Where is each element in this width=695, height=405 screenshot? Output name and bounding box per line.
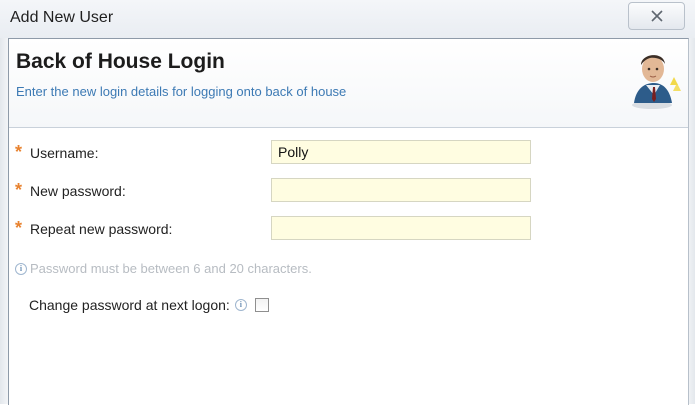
password-hint: i Password must be between 6 and 20 char… <box>15 261 312 276</box>
required-marker: * <box>15 180 23 200</box>
new-password-label: New password: <box>30 183 126 199</box>
header-banner: Back of House Login Enter the new login … <box>9 39 688 128</box>
username-label: Username: <box>30 145 99 161</box>
window-title: Add New User <box>10 9 114 26</box>
page-title: Back of House Login <box>16 50 225 73</box>
page-subtitle: Enter the new login details for logging … <box>16 84 347 99</box>
change-password-row: Change password at next logon: i <box>29 297 269 313</box>
window-titlebar: Add New User <box>0 0 695 38</box>
user-avatar-icon <box>632 55 681 109</box>
repeat-password-input[interactable] <box>271 216 531 240</box>
change-password-label: Change password at next logon: <box>29 297 230 313</box>
change-password-checkbox[interactable] <box>254 298 269 312</box>
close-icon <box>650 10 663 22</box>
window-frame-left <box>0 38 8 404</box>
dialog-body: Back of House Login Enter the new login … <box>8 38 689 405</box>
new-password-input[interactable] <box>271 178 531 202</box>
close-button[interactable] <box>628 2 685 30</box>
info-icon: i <box>15 262 27 275</box>
required-marker: * <box>15 218 23 238</box>
username-input[interactable] <box>271 140 531 164</box>
password-hint-text: Password must be between 6 and 20 charac… <box>30 261 312 276</box>
info-icon[interactable]: i <box>234 299 247 311</box>
required-marker: * <box>15 142 23 162</box>
repeat-password-label: Repeat new password: <box>30 221 173 237</box>
